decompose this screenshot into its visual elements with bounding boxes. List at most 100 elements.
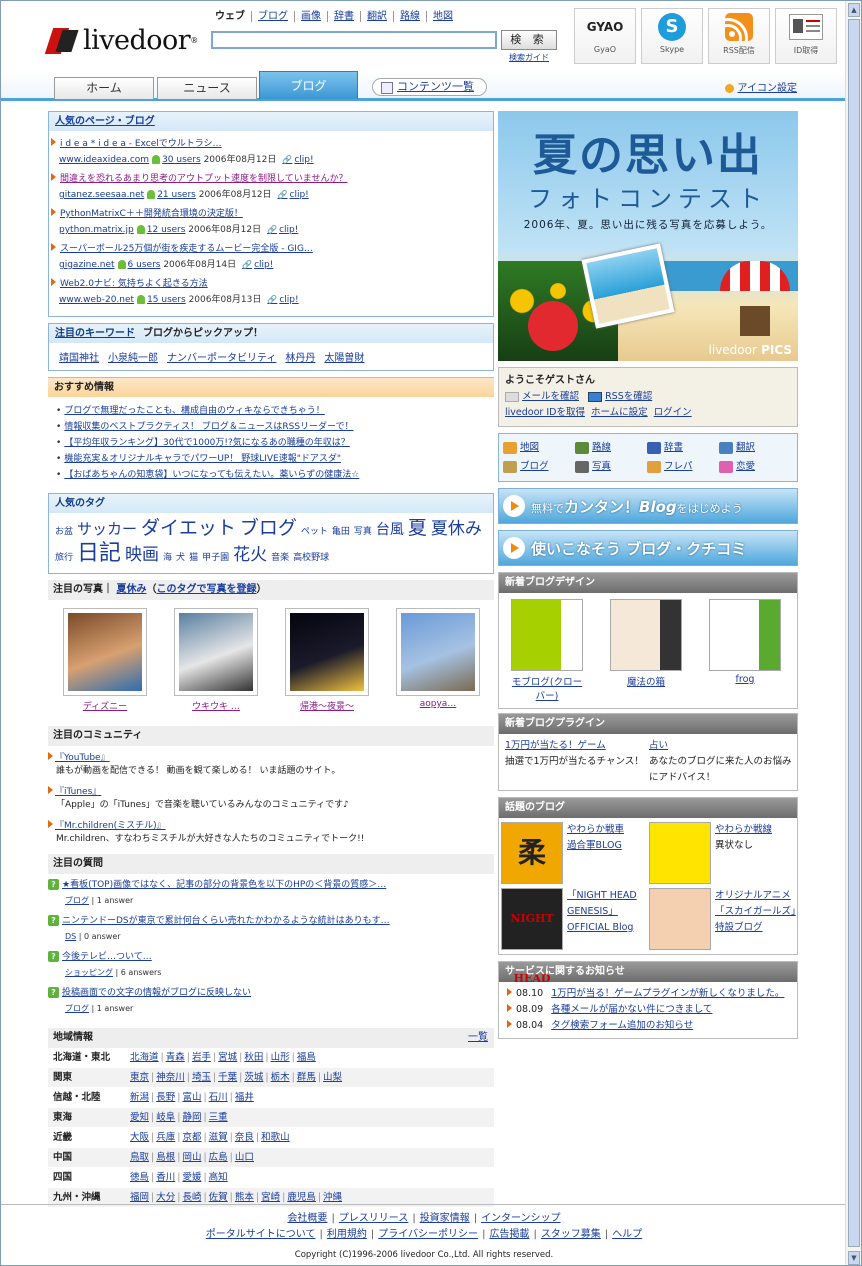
service-item[interactable]: ブログ [503, 459, 575, 475]
photo-caption[interactable]: ウキウキ … [174, 699, 258, 712]
design-thumb[interactable] [511, 599, 583, 671]
region-link[interactable]: 愛知 [130, 1112, 149, 1123]
service-item[interactable]: 辞書 [647, 440, 719, 456]
popular-item-users[interactable]: 6 users [128, 260, 161, 270]
photo-thumb[interactable]: ディズニー [63, 608, 147, 712]
tab-blog[interactable]: ブログ [259, 71, 358, 99]
keyword-link[interactable]: 靖国神社 [59, 353, 99, 364]
news-link[interactable]: 各種メールが届かない件につきまして [551, 1004, 712, 1015]
tag-link[interactable]: 海 [163, 553, 172, 563]
design-caption[interactable]: 魔法の箱 [610, 674, 682, 688]
service-label[interactable]: 写真 [592, 461, 611, 472]
footer-link[interactable]: 利用規約 [327, 1229, 367, 1240]
region-link[interactable]: 京都 [182, 1132, 201, 1143]
question-link[interactable]: ★看板(TOP)画像ではなく、記事の部分の背景色を以下のHPの＜背景の質感＞… [62, 880, 386, 890]
topic-blog-line[interactable]: オリジナルアニメ「スカイガールズ」特設ブログ [715, 888, 797, 936]
region-link[interactable]: 和歌山 [261, 1132, 290, 1143]
service-label[interactable]: 恋愛 [736, 461, 755, 472]
check-rss-link[interactable]: RSSを確認 [605, 391, 652, 402]
tag-link[interactable]: 亀田 [332, 527, 350, 537]
recommend-link[interactable]: 機能充実＆オリジナルキャラでパワーUP！ 野球LIVE速報"ドアスダ" [64, 454, 341, 464]
question-link[interactable]: 投稿画面での文字の情報がブログに反映しない [62, 988, 251, 998]
region-link[interactable]: 山口 [235, 1152, 254, 1163]
topic-blog-thumb[interactable] [649, 888, 711, 950]
tag-link[interactable]: お盆 [55, 527, 73, 537]
region-link[interactable]: 鹿児島 [287, 1192, 316, 1203]
service-item[interactable]: 恋愛 [719, 459, 791, 475]
service-item[interactable]: 翻訳 [719, 440, 791, 456]
id-button[interactable]: ID取得 [775, 8, 837, 64]
topic-blog-line[interactable]: やわらか戦線 [715, 822, 772, 838]
topic-blog-line[interactable]: やわらか戦車 [567, 822, 624, 838]
skype-button[interactable]: S Skype [641, 8, 703, 64]
service-label[interactable]: ブログ [520, 461, 549, 472]
footer-link[interactable]: ポータルサイトについて [206, 1229, 316, 1240]
footer-link[interactable]: ヘルプ [612, 1229, 642, 1240]
search-nav-3[interactable]: 辞書 [327, 11, 360, 22]
region-link[interactable]: 石川 [209, 1092, 228, 1103]
popular-item-title[interactable]: i d e a * i d e a - Excelでウルトラシ… [59, 139, 222, 149]
design-item[interactable]: 魔法の箱 [610, 599, 682, 702]
clip-link[interactable]: clip! [282, 152, 313, 168]
recommend-link[interactable]: ブログで無理だったことも、構成自由のウィキならできちゃう！ [64, 406, 324, 416]
region-link[interactable]: 高知 [209, 1172, 228, 1183]
region-link[interactable]: 青森 [166, 1052, 185, 1063]
scrollbar-thumb[interactable] [848, 19, 860, 1247]
region-link[interactable]: 福井 [235, 1092, 254, 1103]
clip-link[interactable]: clip! [267, 222, 298, 238]
tag-link[interactable]: 映画 [125, 545, 159, 565]
region-link[interactable]: 秋田 [244, 1052, 263, 1063]
region-link[interactable]: 岩手 [192, 1052, 211, 1063]
footer-link[interactable]: 投資家情報 [420, 1213, 470, 1224]
region-link[interactable]: 大阪 [130, 1132, 149, 1143]
tag-link[interactable]: 写真 [354, 527, 372, 537]
popular-item-users[interactable]: 15 users [147, 295, 186, 305]
popular-item-site[interactable]: www.web-20.net [59, 295, 134, 305]
tag-link[interactable]: 夏 [408, 517, 427, 539]
topic-blog-line[interactable]: GENESIS」 [567, 904, 637, 920]
keyword-link[interactable]: 林丹丹 [285, 353, 315, 364]
tag-link[interactable]: 高校野球 [293, 553, 329, 563]
popular-item-site[interactable]: python.matrix.jp [59, 225, 134, 235]
service-label[interactable]: 翻訳 [736, 442, 755, 453]
question-category[interactable]: ブログ [65, 1004, 89, 1013]
start-blog-button[interactable]: 無料でカンタン！Blogをはじめよう [498, 488, 798, 524]
gyao-button[interactable]: GYAO GyaO [574, 8, 636, 64]
clip-link[interactable]: clip! [278, 187, 309, 203]
region-link[interactable]: 大分 [156, 1192, 175, 1203]
topic-blog-item[interactable]: NIGHT HEAD「NIGHT HEADGENESIS」OFFICIAL Bl… [501, 888, 649, 985]
tag-link[interactable]: ダイエット [141, 517, 236, 539]
design-thumb[interactable] [709, 599, 781, 671]
region-link[interactable]: 長崎 [182, 1192, 201, 1203]
region-link[interactable]: 広島 [209, 1152, 228, 1163]
keywords-title[interactable]: 注目のキーワード [55, 328, 135, 339]
tag-link[interactable]: 音楽 [271, 553, 289, 563]
scroll-up-icon[interactable]: ▲ [848, 3, 860, 17]
topic-blog-item[interactable]: オリジナルアニメ「スカイガールズ」特設ブログ [649, 888, 797, 950]
question-link[interactable]: 今後テレビ…ついて… [62, 952, 152, 962]
service-label[interactable]: 地図 [520, 442, 539, 453]
region-link[interactable]: 徳島 [130, 1172, 149, 1183]
recommend-link[interactable]: 情報収集のベストプラクティス！ ブログ＆ニュースはRSSリーダーで！ [64, 422, 353, 432]
service-item[interactable]: 地図 [503, 440, 575, 456]
service-item[interactable]: フレパ [647, 459, 719, 475]
footer-link[interactable]: プレスリリース [339, 1213, 409, 1224]
region-link[interactable]: 岐阜 [156, 1112, 175, 1123]
region-link[interactable]: 富山 [182, 1092, 201, 1103]
rss-button[interactable]: RSS配信 [708, 8, 770, 64]
keyword-link[interactable]: 太陽曽財 [324, 353, 364, 364]
recommend-link[interactable]: 【おばあちゃんの知恵袋】いつになっても伝えたい。薬いらずの健康法☆ [64, 470, 359, 480]
icon-settings-link[interactable]: アイコン設定 [725, 79, 798, 94]
region-link[interactable]: 香川 [156, 1172, 175, 1183]
topic-blog-thumb[interactable]: 柔 [501, 822, 563, 884]
region-link[interactable]: 奈良 [235, 1132, 254, 1143]
region-link[interactable]: 佐賀 [209, 1192, 228, 1203]
region-link[interactable]: 北海道 [130, 1052, 159, 1063]
tag-link[interactable]: ブログ [240, 517, 297, 539]
topic-blog-line[interactable]: 過合軍BLOG [567, 838, 624, 854]
photo-thumb[interactable]: ウキウキ … [174, 608, 258, 712]
topic-blog-thumb[interactable]: NIGHT HEAD [501, 888, 563, 985]
keyword-link[interactable]: ナンバーポータビリティ [167, 353, 276, 364]
photo-thumb[interactable]: 帰港〜夜景〜 [285, 608, 369, 712]
region-link[interactable]: 宮崎 [261, 1192, 280, 1203]
